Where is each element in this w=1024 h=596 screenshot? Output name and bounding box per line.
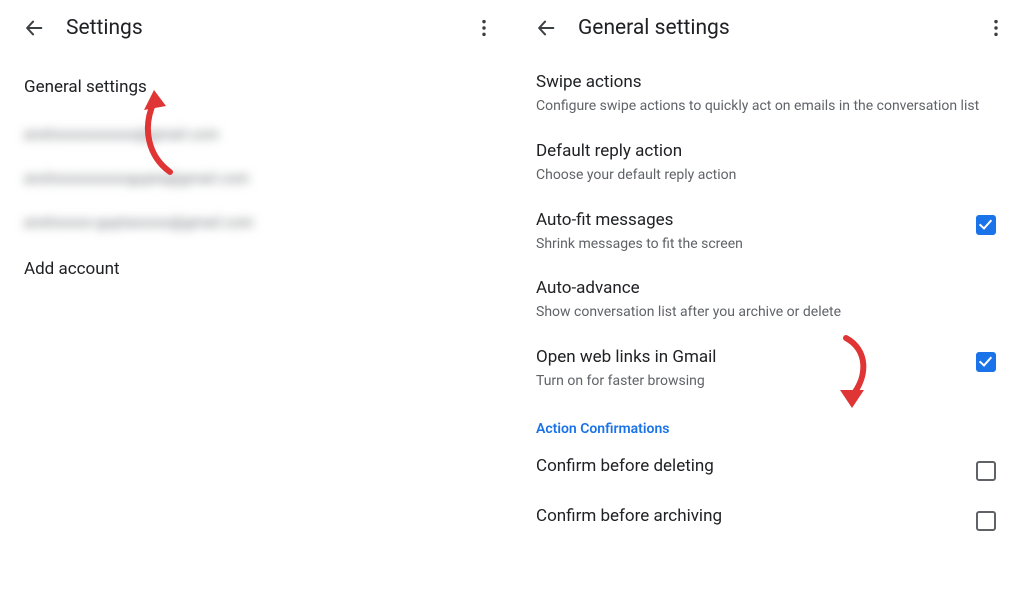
row-subtitle: Turn on for faster browsing xyxy=(536,372,956,391)
row-default-reply-action[interactable]: Default reply action Choose your default… xyxy=(512,128,1024,197)
checkbox-auto-fit[interactable] xyxy=(976,215,996,235)
general-settings-list: Swipe actions Configure swipe actions to… xyxy=(512,56,1024,543)
row-auto-advance[interactable]: Auto-advance Show conversation list afte… xyxy=(512,265,1024,334)
nav-account-2[interactable]: anshxxxxx-guptaxxxxx@gmail.com xyxy=(0,201,512,245)
row-title: Confirm before archiving xyxy=(536,505,956,528)
nav-account-1[interactable]: anshxxxxxxxxxxgupta@gmail.com xyxy=(0,157,512,201)
back-button[interactable] xyxy=(14,8,54,48)
back-arrow-icon xyxy=(535,17,557,39)
screen-general-settings: General settings Swipe actions Configure… xyxy=(512,0,1024,596)
more-vert-icon xyxy=(473,17,495,39)
row-swipe-actions[interactable]: Swipe actions Configure swipe actions to… xyxy=(512,59,1024,128)
row-title: Swipe actions xyxy=(536,71,984,94)
more-vert-icon xyxy=(985,17,1007,39)
row-title: Auto-advance xyxy=(536,277,984,300)
back-button[interactable] xyxy=(526,8,566,48)
row-title: Confirm before deleting xyxy=(536,455,956,478)
overflow-menu-button[interactable] xyxy=(976,8,1016,48)
appbar-settings: Settings xyxy=(0,0,512,56)
row-open-web-links[interactable]: Open web links in Gmail Turn on for fast… xyxy=(512,334,1024,403)
checkbox-open-web-links[interactable] xyxy=(976,352,996,372)
row-subtitle: Configure swipe actions to quickly act o… xyxy=(536,97,984,116)
row-title: Default reply action xyxy=(536,140,984,163)
screen-settings: Settings General settings anshxxxxxxxxxx… xyxy=(0,0,512,596)
row-confirm-archive[interactable]: Confirm before archiving xyxy=(512,493,1024,543)
page-title: General settings xyxy=(578,16,730,40)
settings-list: General settings anshxxxxxxxxxxx@gmail.c… xyxy=(0,56,512,293)
overflow-menu-button[interactable] xyxy=(464,8,504,48)
row-title: Auto-fit messages xyxy=(536,209,956,232)
checkbox-confirm-delete[interactable] xyxy=(976,461,996,481)
row-subtitle: Show conversation list after you archive… xyxy=(536,303,984,322)
page-title: Settings xyxy=(66,16,143,40)
row-title: Open web links in Gmail xyxy=(536,346,956,369)
nav-account-0[interactable]: anshxxxxxxxxxxx@gmail.com xyxy=(0,113,512,157)
nav-add-account[interactable]: Add account xyxy=(0,245,512,293)
row-confirm-delete[interactable]: Confirm before deleting xyxy=(512,443,1024,493)
back-arrow-icon xyxy=(23,17,45,39)
row-subtitle: Shrink messages to fit the screen xyxy=(536,235,956,254)
row-auto-fit-messages[interactable]: Auto-fit messages Shrink messages to fit… xyxy=(512,197,1024,266)
nav-general-settings[interactable]: General settings xyxy=(0,66,512,113)
appbar-general-settings: General settings xyxy=(512,0,1024,56)
checkbox-confirm-archive[interactable] xyxy=(976,511,996,531)
row-subtitle: Choose your default reply action xyxy=(536,166,984,185)
section-action-confirmations: Action Confirmations xyxy=(512,403,1024,443)
